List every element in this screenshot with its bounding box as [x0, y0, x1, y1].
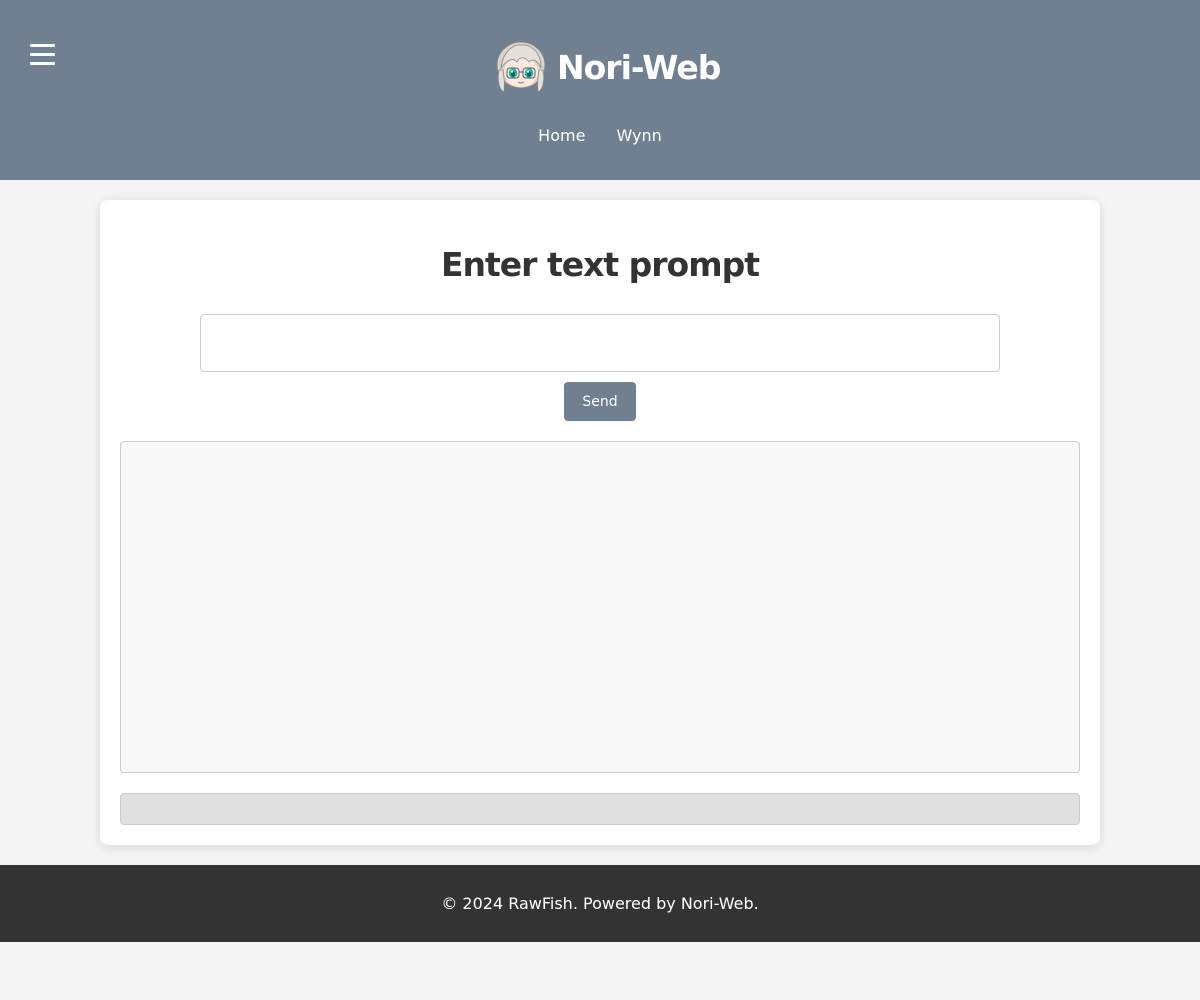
- brand: Nori-Web: [495, 40, 721, 94]
- nav-link-home[interactable]: Home: [538, 126, 585, 145]
- status-bar: [120, 793, 1080, 825]
- response-output: [120, 441, 1080, 773]
- page-title: Enter text prompt: [440, 245, 760, 284]
- anime-avatar-icon: [496, 41, 546, 93]
- nav-link-wynn[interactable]: Wynn: [617, 126, 662, 145]
- prompt-input[interactable]: [200, 314, 1000, 372]
- prompt-card: Enter text prompt Send: [100, 200, 1100, 845]
- hamburger-menu-icon[interactable]: [30, 40, 56, 70]
- site-header: Nori-Web Home Wynn: [0, 0, 1200, 180]
- main-nav: Home Wynn: [0, 126, 1200, 145]
- footer-text: © 2024 RawFish. Powered by Nori-Web.: [441, 894, 759, 913]
- site-title: Nori-Web: [557, 47, 721, 87]
- send-button[interactable]: Send: [564, 382, 636, 421]
- site-footer: © 2024 RawFish. Powered by Nori-Web.: [0, 865, 1200, 942]
